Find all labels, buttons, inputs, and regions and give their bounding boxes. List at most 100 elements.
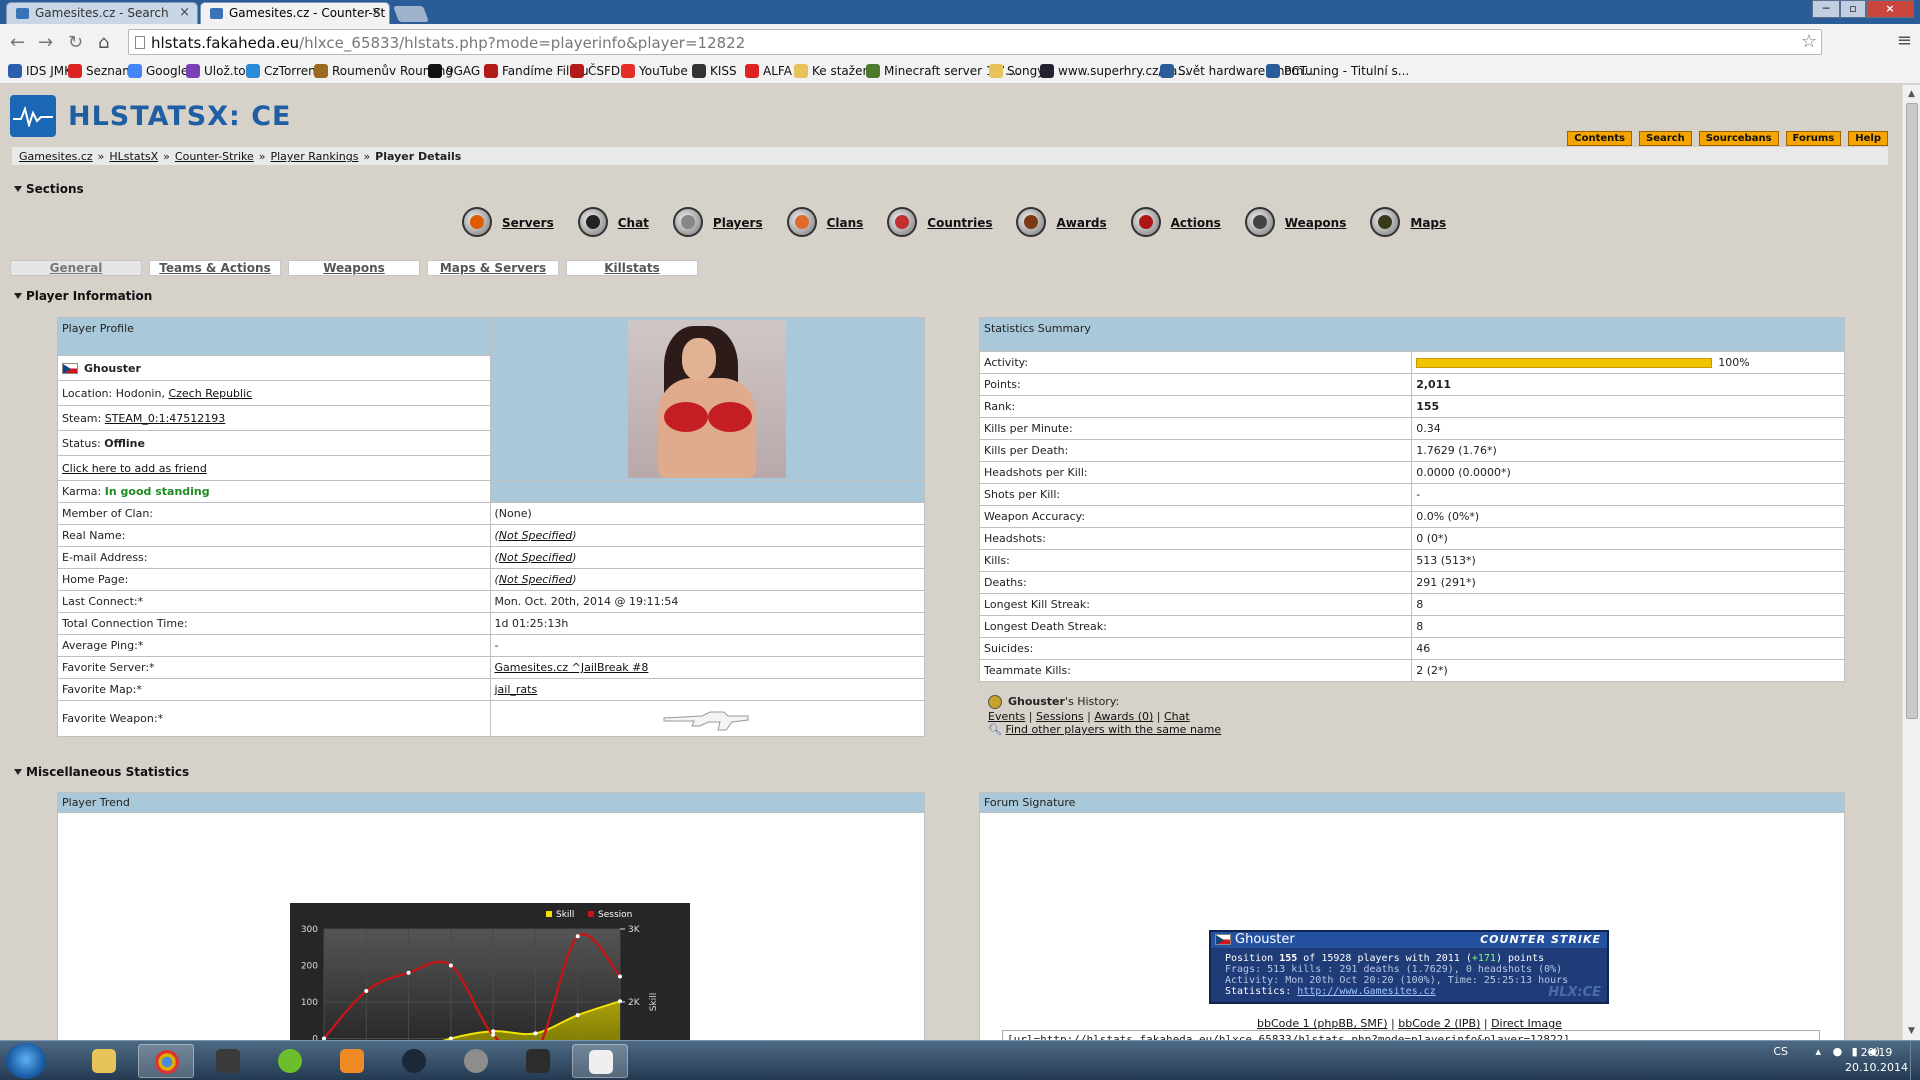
subtab-teams-actions[interactable]: Teams & Actions — [149, 260, 281, 276]
section-servers[interactable]: Servers — [462, 205, 554, 239]
clock-time: 20:19 — [1860, 1046, 1893, 1059]
misc-stats-heading[interactable]: Miscellaneous Statistics — [12, 765, 189, 779]
subtab-weapons[interactable]: Weapons — [288, 260, 420, 276]
subtab-maps-servers[interactable]: Maps & Servers — [427, 260, 559, 276]
bookmark-item[interactable]: ČSFD — [570, 64, 620, 78]
subtab-killstats[interactable]: Killstats — [566, 260, 698, 276]
scroll-thumb[interactable] — [1906, 103, 1918, 719]
taskbar-chrome[interactable] — [138, 1044, 194, 1078]
section-players[interactable]: Players — [672, 205, 763, 239]
page-scrollbar[interactable]: ▲ ▼ — [1902, 85, 1920, 1040]
browser-toolbar: ← → ↻ ⌂ hlstats.fakaheda.eu/hlxce_65833/… — [0, 24, 1920, 60]
top-button-help[interactable]: Help — [1848, 131, 1888, 146]
menu-icon[interactable]: ≡ — [1897, 30, 1912, 51]
taskbar-steam[interactable] — [386, 1044, 442, 1078]
breadcrumb-link[interactable]: Gamesites.cz — [19, 150, 93, 163]
bookmark-item[interactable]: CzTorrent — [246, 64, 320, 78]
restore-button[interactable]: ▫ — [1840, 0, 1866, 18]
bookmark-item[interactable]: IDS JMK — [8, 64, 72, 78]
history-link-chat[interactable]: Chat — [1164, 710, 1190, 723]
not-specified-link[interactable]: Not Specified — [499, 573, 572, 586]
close-window-button[interactable]: × — [1866, 0, 1914, 18]
bookmark-star-icon[interactable]: ☆ — [1801, 31, 1817, 52]
awards-icon — [1016, 207, 1047, 237]
section-clans[interactable]: Clans — [786, 205, 863, 239]
taskbar-utorrent[interactable] — [262, 1044, 318, 1078]
new-tab-button[interactable] — [393, 6, 429, 22]
history-link-awards[interactable]: Awards (0) — [1094, 710, 1153, 723]
profile-row-label: Member of Clan: — [57, 502, 491, 525]
home-icon[interactable]: ⌂ — [98, 32, 109, 53]
breadcrumb-link[interactable]: HLstatsX — [109, 150, 158, 163]
section-weapons[interactable]: Weapons — [1244, 205, 1346, 239]
steam-row: Steam: STEAM_0:1:47512193 — [57, 405, 491, 432]
breadcrumb-link[interactable]: Counter-Strike — [175, 150, 254, 163]
taskbar-game[interactable] — [200, 1044, 256, 1078]
profile-row: Favorite Server:* Gamesites.cz ^JailBreak… — [57, 656, 925, 679]
bookmark-item[interactable]: Songy — [989, 64, 1044, 78]
top-button-sourcebans[interactable]: Sourcebans — [1698, 131, 1779, 146]
stats-row-label: Longest Death Streak: — [978, 615, 1413, 638]
tray-arrow-icon[interactable]: ▴ — [1816, 1045, 1822, 1058]
section-maps[interactable]: Maps — [1370, 205, 1446, 239]
tab-search[interactable]: Gamesites.cz - Search × — [6, 2, 198, 24]
bookmark-item[interactable]: Ulož.to — [186, 64, 246, 78]
top-button-contents[interactable]: Contents — [1567, 131, 1632, 146]
profile-row-value: - — [489, 634, 925, 657]
history-link-sessions[interactable]: Sessions — [1036, 710, 1084, 723]
minimize-button[interactable]: ─ — [1812, 0, 1840, 18]
not-specified-link[interactable]: Not Specified — [499, 529, 572, 542]
top-button-search[interactable]: Search — [1639, 131, 1692, 146]
section-chat[interactable]: Chat — [577, 205, 649, 239]
section-countries[interactable]: Countries — [887, 205, 992, 239]
taskbar-media[interactable] — [324, 1044, 380, 1078]
country-link[interactable]: Czech Republic — [168, 387, 252, 400]
scroll-up-icon[interactable]: ▲ — [1908, 89, 1915, 99]
bookmark-item[interactable]: ALFA — [745, 64, 792, 78]
subtab-general[interactable]: General — [10, 260, 142, 276]
player-info-heading[interactable]: Player Information — [12, 289, 152, 303]
signature-code-textarea[interactable]: [url=http://hlstats.fakaheda.eu/hlxce_65… — [1002, 1030, 1820, 1040]
history-link-events[interactable]: Events — [988, 710, 1025, 723]
start-button[interactable] — [6, 1043, 46, 1079]
bbcode-link[interactable]: bbCode 2 (IPB) — [1398, 1017, 1480, 1030]
taskbar-settings[interactable] — [448, 1044, 504, 1078]
forward-arrow-icon[interactable]: → — [38, 32, 53, 53]
bbcode-link[interactable]: Direct Image — [1491, 1017, 1562, 1030]
skill-point — [533, 1031, 538, 1036]
reload-icon[interactable]: ↻ — [68, 32, 83, 53]
bookmark-item[interactable]: KISS — [692, 64, 737, 78]
favorite-map-link[interactable]: jail_rats — [495, 683, 538, 696]
sections-heading[interactable]: Sections — [12, 182, 84, 196]
section-awards[interactable]: Awards — [1016, 205, 1107, 239]
tab-player-details[interactable]: Gamesites.cz - Counter-St × — [200, 2, 390, 24]
show-desktop-button[interactable] — [1910, 1041, 1920, 1080]
back-arrow-icon[interactable]: ← — [10, 32, 25, 53]
address-bar[interactable]: hlstats.fakaheda.eu/hlxce_65833/hlstats.… — [128, 29, 1822, 55]
not-specified-link[interactable]: Not Specified — [499, 551, 572, 564]
favorite-server-link[interactable]: Gamesites.cz ^JailBreak #8 — [495, 661, 649, 674]
language-indicator[interactable]: CS — [1773, 1045, 1788, 1058]
top-button-forums[interactable]: Forums — [1785, 131, 1842, 146]
add-friend-link[interactable]: Click here to add as friend — [62, 462, 207, 475]
taskbar-explorer[interactable] — [76, 1044, 132, 1078]
bookmark-item[interactable]: PCTuning - Titulní s... — [1266, 64, 1409, 78]
steam-id-link[interactable]: STEAM_0:1:47512193 — [105, 412, 226, 425]
scroll-down-icon[interactable]: ▼ — [1908, 1026, 1915, 1036]
find-same-name-link[interactable]: Find other players with the same name — [1005, 723, 1221, 736]
section-actions[interactable]: Actions — [1130, 205, 1221, 239]
bookmark-item[interactable]: Seznam — [68, 64, 134, 78]
bookmark-item[interactable]: Ke stažení — [794, 64, 873, 78]
taskbar-counter-strike[interactable] — [572, 1044, 628, 1078]
taskbar-skyrim[interactable] — [510, 1044, 566, 1078]
bookmark-item[interactable]: Google — [128, 64, 188, 78]
close-tab-icon[interactable]: × — [371, 5, 382, 20]
steam-tray-icon[interactable]: ● — [1833, 1045, 1843, 1058]
clock[interactable]: 20:19 20.10.2014 — [1845, 1045, 1908, 1075]
bookmark-item[interactable]: 9GAG — [428, 64, 480, 78]
bookmark-item[interactable]: YouTube — [621, 64, 688, 78]
breadcrumb-link[interactable]: Player Rankings — [270, 150, 358, 163]
bbcode-link[interactable]: bbCode 1 (phpBB, SMF) — [1257, 1017, 1388, 1030]
close-tab-icon[interactable]: × — [179, 5, 190, 20]
signature-image[interactable]: Ghouster COUNTER STRIKE Position 155 of 1… — [1209, 930, 1609, 1004]
